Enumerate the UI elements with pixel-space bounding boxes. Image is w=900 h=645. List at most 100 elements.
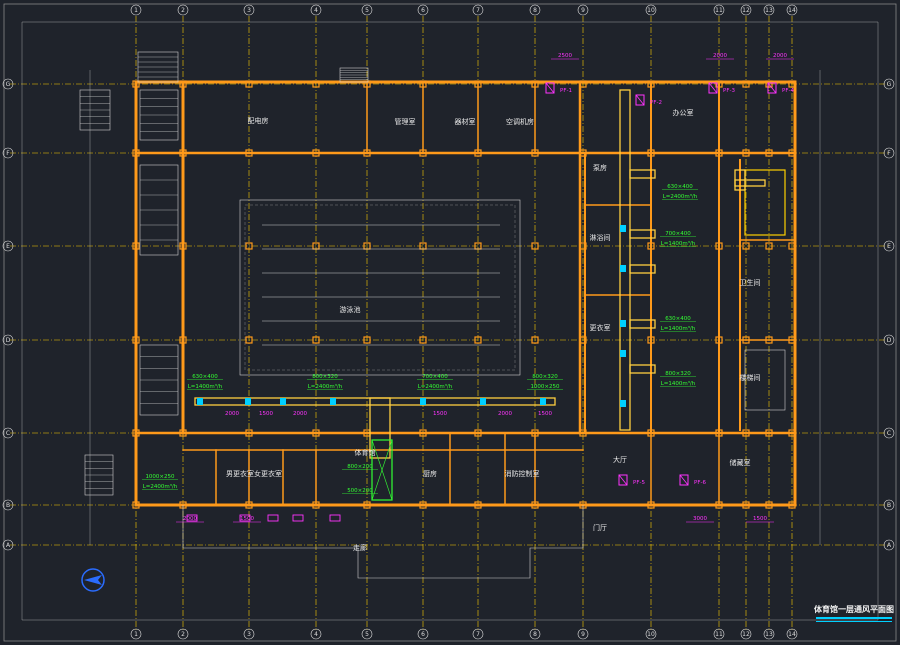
duct-annotation: L=2400m³/h — [418, 383, 453, 390]
duct-damper — [620, 320, 626, 327]
column-bubble-label: 14 — [788, 7, 796, 14]
duct-damper — [420, 398, 426, 405]
duct-length-tag: 2000 — [498, 411, 512, 417]
duct-length-tag: 1500 — [259, 411, 273, 417]
column-bubble-label: 10 — [647, 7, 655, 14]
row-bubble-label: A — [887, 542, 892, 549]
duct-annotation: L=2400m³/h — [143, 483, 178, 490]
column-bubble-label: 9 — [581, 631, 585, 638]
ceiling-fan — [329, 514, 341, 522]
room-label: 消防控制室 — [505, 469, 540, 478]
duct-annotation: 630×400 — [667, 184, 693, 190]
exhaust-fan-mark — [545, 82, 555, 94]
column-bubble-label: 8 — [533, 631, 537, 638]
room-label: 楼梯间 — [740, 373, 761, 382]
duct-damper — [197, 398, 203, 405]
room-label: 游泳池 — [340, 305, 361, 314]
row-bubble-label: C — [887, 430, 891, 437]
row-bubble-label: G — [887, 81, 892, 88]
column-bubble-label: 11 — [715, 631, 723, 638]
column-bubble-label: 5 — [365, 7, 369, 14]
duct-annotation: L=1400m³/h — [661, 380, 696, 387]
column-bubble-label: 11 — [715, 7, 723, 14]
column-bubble-label: 1 — [134, 631, 138, 638]
row-bubble-label: E — [887, 243, 891, 250]
duct-annotation: 630×400 — [665, 316, 691, 322]
row-bubble-label: B — [887, 502, 891, 509]
ventilation-ducts — [186, 82, 777, 522]
dimension-tag: 2000 — [773, 53, 787, 59]
duct-annotation: 800×320 — [665, 371, 691, 377]
room-label: 泵房 — [593, 163, 607, 172]
room-label: 走廊 — [353, 543, 367, 552]
ceiling-fan — [267, 514, 279, 522]
title-underline — [816, 617, 892, 619]
column-bubble-label: 5 — [365, 631, 369, 638]
dimension-tag: 2000 — [183, 516, 197, 522]
room-label: 体育馆 — [355, 448, 376, 457]
duct-annotation: 1000×250 — [530, 384, 560, 390]
drawing-title: 体育馆一层通风平面图 — [814, 604, 894, 614]
duct-annotation: 800×320 — [532, 374, 558, 380]
row-bubble-label: B — [6, 502, 10, 509]
duct-annotation: 700×400 — [422, 374, 448, 380]
dimension-tag: 3000 — [693, 516, 707, 522]
row-bubble-label: C — [6, 430, 10, 437]
dimension-tag: 2500 — [558, 53, 572, 59]
column-bubble-label: 1 — [134, 7, 138, 14]
duct-damper — [620, 350, 626, 357]
column-bubble-label: 4 — [314, 631, 318, 638]
duct-annotation: 700×400 — [665, 231, 691, 237]
room-label: 空调机房 — [506, 117, 534, 126]
dimension-tag: 1500 — [240, 516, 254, 522]
duct-annotation: 500×200 — [347, 488, 373, 494]
column-bubble-label: 2 — [181, 631, 185, 638]
room-label: 厨房 — [423, 469, 437, 478]
row-bubble-label: E — [6, 243, 10, 250]
duct-damper — [540, 398, 546, 405]
duct-annotation: L=1400m³/h — [661, 325, 696, 332]
row-bubble-label: F — [6, 150, 10, 157]
room-label: 配电房 — [248, 116, 269, 125]
room-label: 储藏室 — [730, 458, 751, 467]
drawing-frame — [3, 3, 897, 642]
duct-annotation: L=1400m³/h — [188, 383, 223, 390]
row-bubble-label: D — [887, 337, 892, 344]
row-bubble-label: F — [887, 150, 891, 157]
cad-drawing: 配电房 管理室 器材室 空调机房 游泳池 体育馆 泵房 淋浴间 更衣室 办公室 男更衣室 女更衣室 厨房… — [0, 0, 900, 645]
fan-tag: PF-3 — [723, 88, 735, 94]
room-label: 更衣室 — [590, 323, 611, 332]
duct-segment — [619, 89, 631, 431]
column-bubble-label: 14 — [788, 631, 796, 638]
ceiling-fan — [292, 514, 304, 522]
column-bubble-label: 3 — [247, 7, 251, 14]
column-bubble-label: 6 — [421, 7, 425, 14]
duct-annotation: 630×400 — [192, 374, 218, 380]
column-bubble-label: 6 — [421, 631, 425, 638]
room-label: 器材室 — [455, 117, 476, 126]
column-bubble-label: 7 — [476, 7, 480, 14]
floor-plan-canvas: 配电房 管理室 器材室 空调机房游泳池体育馆 泵房淋浴间更衣室 办公室男更衣室 女更衣室 厨房… — [2, 3, 897, 642]
column-bubble-label: 7 — [476, 631, 480, 638]
room-label: 卫生间 — [740, 278, 761, 287]
title-underline-thin — [816, 621, 892, 622]
room-label: 男更衣室 — [226, 469, 254, 478]
duct-annotation: L=1400m³/h — [661, 240, 696, 247]
duct-damper — [480, 398, 486, 405]
title-block: 体育馆一层通风平面图 — [812, 602, 896, 626]
row-bubble-label: D — [6, 337, 11, 344]
duct-damper — [620, 400, 626, 407]
column-bubble-label: 8 — [533, 7, 537, 14]
north-arrow-icon — [81, 568, 105, 592]
duct-annotation: 800×320 — [312, 374, 338, 380]
room-label: 管理室 — [395, 117, 416, 126]
room-label: 门厅 — [593, 523, 607, 532]
exhaust-fan-mark — [679, 474, 689, 486]
exhaust-fan-mark — [635, 94, 645, 106]
axis-grid — [10, 16, 888, 630]
duct-annotation: 800×200 — [347, 464, 373, 470]
duct-damper — [330, 398, 336, 405]
dimension-tag: 1500 — [753, 516, 767, 522]
column-bubble-label: 4 — [314, 7, 318, 14]
dimension-tag: 2000 — [713, 53, 727, 59]
